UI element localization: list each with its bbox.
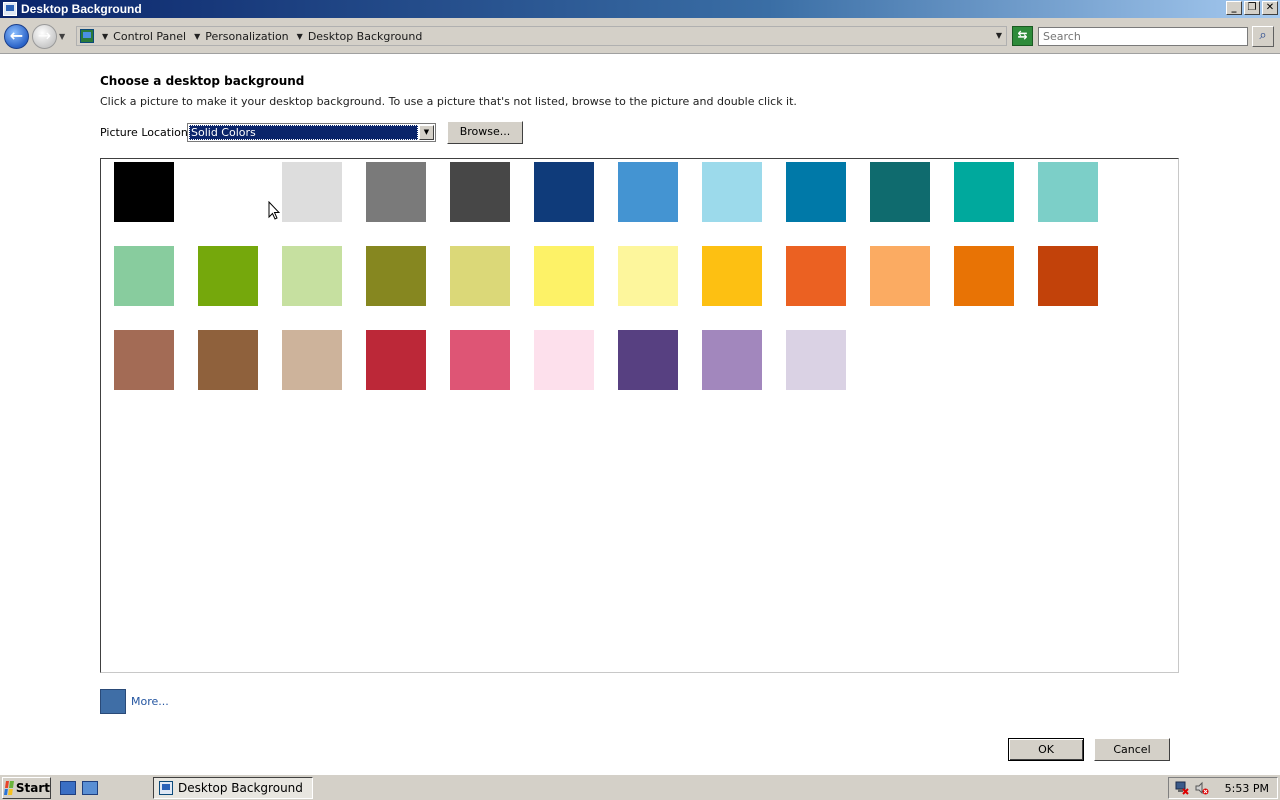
color-swatch[interactable]	[198, 246, 258, 306]
address-box[interactable]: ▼ Control Panel ▼ Personalization ▼ Desk…	[76, 26, 1007, 46]
chevron-down-icon[interactable]: ▼	[194, 32, 200, 41]
breadcrumb-control-panel[interactable]: Control Panel	[113, 30, 186, 43]
refresh-button[interactable]: ⇆	[1012, 26, 1033, 46]
color-swatch[interactable]	[366, 330, 426, 390]
taskbar-button-label: Desktop Background	[178, 781, 303, 795]
color-swatch[interactable]	[702, 162, 762, 222]
forward-button[interactable]: →	[32, 24, 57, 49]
color-swatch[interactable]	[282, 246, 342, 306]
color-swatch[interactable]	[618, 162, 678, 222]
network-disconnected-icon[interactable]	[1175, 781, 1189, 795]
title-bar: Desktop Background _ ❐ ✕	[0, 0, 1280, 18]
taskbar: Start Desktop Background 5:53 PM	[0, 774, 1280, 800]
close-button[interactable]: ✕	[1262, 1, 1278, 15]
color-swatch[interactable]	[1038, 246, 1098, 306]
chevron-down-icon[interactable]: ▼	[297, 32, 303, 41]
color-swatch[interactable]	[786, 330, 846, 390]
color-swatch[interactable]	[870, 246, 930, 306]
window-title: Desktop Background	[21, 2, 142, 16]
color-swatch-panel	[100, 158, 1179, 673]
color-swatch[interactable]	[786, 162, 846, 222]
recent-pages-menu-icon[interactable]: ▼	[59, 32, 65, 41]
color-swatch[interactable]	[870, 162, 930, 222]
control-panel-icon	[80, 29, 94, 43]
more-colors-swatch[interactable]	[100, 689, 126, 714]
clock: 5:53 PM	[1224, 782, 1269, 795]
color-swatch[interactable]	[702, 330, 762, 390]
color-swatch[interactable]	[954, 162, 1014, 222]
address-dropdown-icon[interactable]: ▼	[996, 31, 1002, 40]
show-desktop-icon[interactable]	[60, 781, 76, 795]
color-swatch[interactable]	[534, 246, 594, 306]
taskbar-button-desktop-background[interactable]: Desktop Background	[153, 777, 313, 799]
window-icon	[3, 2, 17, 16]
system-tray: 5:53 PM	[1168, 777, 1278, 799]
color-swatch[interactable]	[114, 246, 174, 306]
search-input[interactable]	[1038, 27, 1248, 46]
picture-location-label: Picture Location	[100, 126, 188, 139]
color-swatch[interactable]	[114, 162, 174, 222]
window-icon	[159, 781, 173, 795]
minimize-button[interactable]: _	[1226, 1, 1242, 15]
start-button[interactable]: Start	[2, 777, 51, 799]
color-swatch[interactable]	[786, 246, 846, 306]
color-swatch[interactable]	[282, 162, 342, 222]
color-swatch[interactable]	[198, 330, 258, 390]
volume-muted-icon[interactable]	[1195, 781, 1209, 795]
browse-button[interactable]: Browse...	[447, 121, 523, 144]
navigation-bar: ← → ▼ ▼ Control Panel ▼ Personalization …	[0, 18, 1280, 54]
color-swatch[interactable]	[114, 330, 174, 390]
chevron-down-icon[interactable]: ▼	[419, 125, 434, 140]
color-swatch[interactable]	[450, 246, 510, 306]
cancel-button[interactable]: Cancel	[1094, 738, 1170, 761]
color-swatch[interactable]	[534, 162, 594, 222]
picture-location-value[interactable]: Solid Colors	[189, 125, 418, 140]
color-swatch[interactable]	[198, 162, 258, 222]
color-swatch[interactable]	[450, 162, 510, 222]
color-swatch[interactable]	[702, 246, 762, 306]
breadcrumb-personalization[interactable]: Personalization	[205, 30, 288, 43]
color-swatch[interactable]	[450, 330, 510, 390]
color-swatch[interactable]	[366, 246, 426, 306]
color-swatch[interactable]	[618, 246, 678, 306]
picture-location-select[interactable]: Solid Colors ▼	[187, 123, 436, 142]
search-button[interactable]: ⌕	[1252, 26, 1274, 47]
explorer-icon[interactable]	[82, 781, 98, 795]
page-title: Choose a desktop background	[100, 74, 305, 88]
page-instruction: Click a picture to make it your desktop …	[100, 95, 797, 108]
back-button[interactable]: ←	[4, 24, 29, 49]
color-swatch[interactable]	[366, 162, 426, 222]
ok-button[interactable]: OK	[1008, 738, 1084, 761]
mouse-cursor-icon	[268, 201, 280, 220]
start-label: Start	[15, 781, 50, 795]
breadcrumb-desktop-background[interactable]: Desktop Background	[308, 30, 423, 43]
chevron-down-icon[interactable]: ▼	[102, 32, 108, 41]
color-swatch[interactable]	[1038, 162, 1098, 222]
window-controls: _ ❐ ✕	[1226, 1, 1278, 15]
windows-logo-icon	[4, 781, 14, 795]
color-swatch[interactable]	[954, 246, 1014, 306]
more-colors-link[interactable]: More...	[131, 695, 169, 708]
color-swatch[interactable]	[282, 330, 342, 390]
color-swatch[interactable]	[618, 330, 678, 390]
color-swatch[interactable]	[534, 330, 594, 390]
restore-button[interactable]: ❐	[1244, 1, 1260, 15]
